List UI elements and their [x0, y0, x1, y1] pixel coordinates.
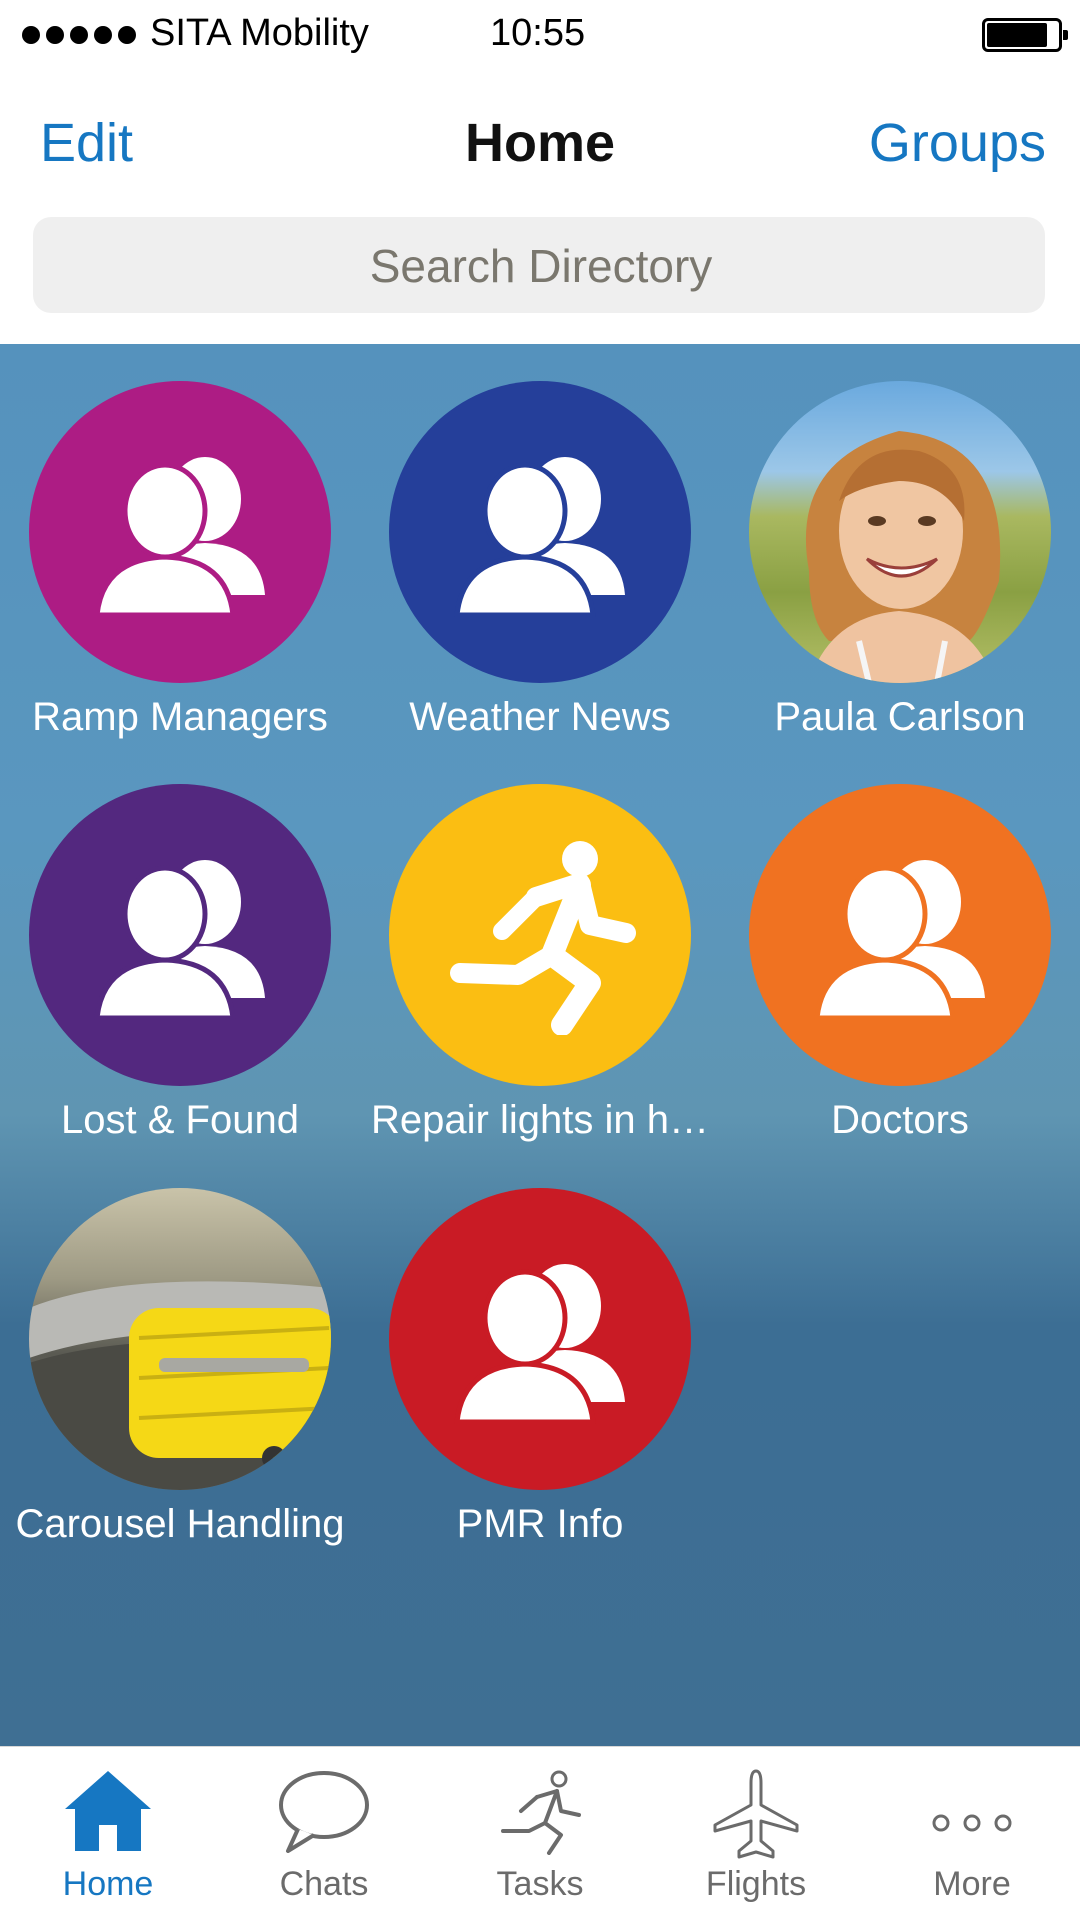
tile-label: Ramp Managers [32, 695, 328, 739]
tab-tasks[interactable]: Tasks [432, 1747, 648, 1913]
home-icon [65, 1771, 151, 1851]
tile-label: Weather News [409, 695, 671, 739]
tab-label: More [933, 1865, 1011, 1903]
tab-more[interactable]: More [864, 1747, 1080, 1913]
groups-button[interactable]: Groups [869, 112, 1046, 174]
group-avatar [389, 1188, 691, 1490]
home-grid: Ramp Managers Weather News Paula Carlson… [0, 344, 1080, 1746]
carrier-name: SITA Mobility [150, 12, 369, 54]
group-icon [454, 457, 625, 617]
group-avatar [29, 381, 331, 683]
tab-flights[interactable]: Flights [648, 1747, 864, 1913]
edit-button[interactable]: Edit [40, 112, 133, 174]
tab-home[interactable]: Home [0, 1747, 216, 1913]
tile-repair-lights-task[interactable]: Repair lights in h… [360, 784, 720, 1143]
tile-label: Carousel Handling [15, 1502, 345, 1546]
group-photo [29, 1188, 331, 1490]
tile-label: Repair lights in h… [371, 1098, 709, 1142]
navigation-bar: Home Edit Groups [0, 80, 1080, 200]
tile-pmr-info[interactable]: PMR Info [360, 1188, 720, 1547]
group-icon [94, 860, 265, 1020]
group-icon [94, 457, 265, 617]
group-avatar [389, 381, 691, 683]
search-bar[interactable] [33, 217, 1049, 315]
group-avatar [749, 784, 1051, 1086]
running-person-icon [450, 841, 636, 1035]
contact-photo [749, 381, 1051, 683]
task-avatar [389, 784, 691, 1086]
status-bar: SITA Mobility 10:55 [0, 0, 1080, 70]
tile-paula-carlson[interactable]: Paula Carlson [720, 381, 1080, 740]
tile-label: Doctors [831, 1098, 969, 1142]
airplane-icon [713, 1769, 799, 1859]
tab-label: Chats [279, 1865, 369, 1903]
tab-chats[interactable]: Chats [216, 1747, 432, 1913]
battery-icon [982, 18, 1068, 52]
tile-label: Paula Carlson [774, 695, 1026, 739]
group-icon [814, 860, 985, 1020]
search-input[interactable] [33, 217, 1049, 315]
group-icon [454, 1264, 625, 1424]
tile-label: PMR Info [456, 1502, 624, 1546]
tile-label: Lost & Found [61, 1098, 299, 1142]
person-photo-illustration [805, 431, 1001, 683]
tile-doctors[interactable]: Doctors [720, 784, 1080, 1143]
running-person-icon [501, 1770, 581, 1855]
suitcase-photo-illustration [29, 1281, 331, 1490]
status-time: 10:55 [490, 12, 586, 54]
tab-bar: Home Chats Tasks Flights More [0, 1746, 1080, 1913]
tile-carousel-handling[interactable]: Carousel Handling [0, 1188, 360, 1547]
tab-label: Flights [705, 1865, 807, 1903]
tab-label: Home [62, 1865, 154, 1903]
tile-weather-news[interactable]: Weather News [360, 381, 720, 740]
tile-ramp-managers[interactable]: Ramp Managers [0, 381, 360, 740]
tile-lost-and-found[interactable]: Lost & Found [0, 784, 360, 1143]
more-dots-icon [932, 1814, 1012, 1832]
signal-strength-icon [22, 26, 136, 44]
group-avatar [29, 784, 331, 1086]
chat-bubble-icon [279, 1771, 369, 1853]
tab-label: Tasks [496, 1865, 584, 1903]
